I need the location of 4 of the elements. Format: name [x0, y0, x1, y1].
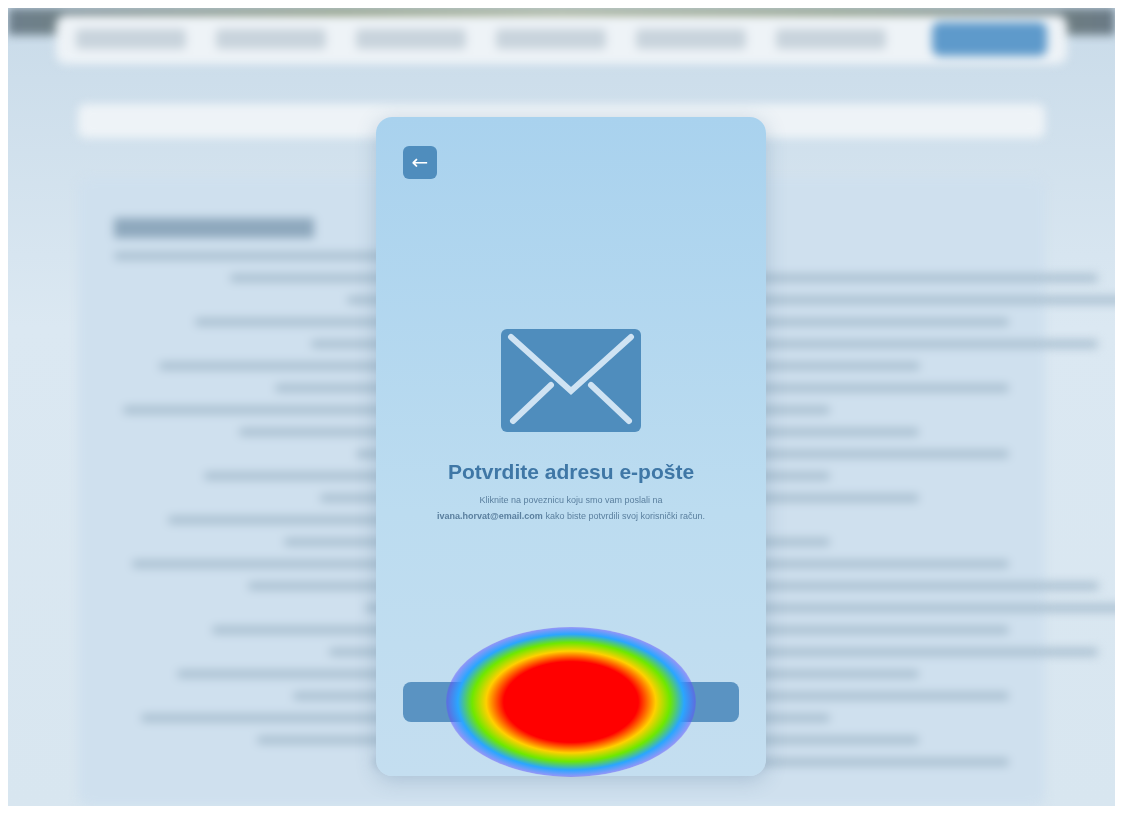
- envelope-icon: [501, 329, 641, 432]
- verification-message: Kliknite na poveznicu koju smo vam poslali na ivana.horvat@email.com kako biste potvrdili svoj korisnički račun.: [436, 494, 706, 523]
- modal-title: Potvrdite adresu e-pošte: [447, 460, 695, 484]
- back-button[interactable]: ←: [403, 146, 437, 179]
